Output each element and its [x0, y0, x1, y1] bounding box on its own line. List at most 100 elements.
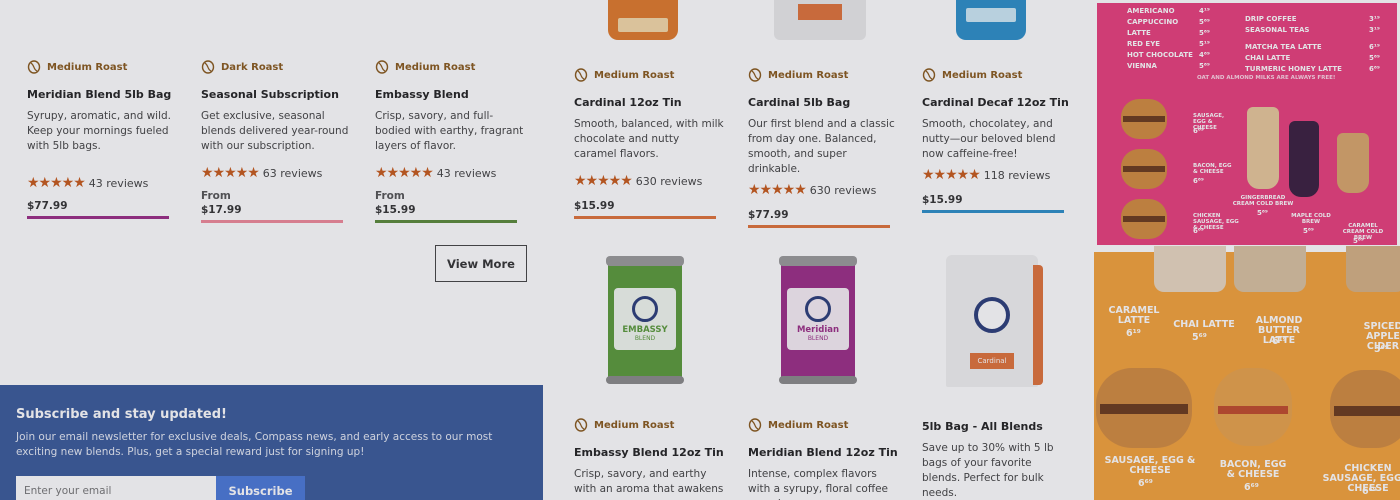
review-count[interactable]: 118 reviews [984, 169, 1051, 182]
sandwich-price: 6⁶⁹ [1193, 177, 1205, 185]
drink-price: 5⁶⁹ [1353, 237, 1365, 245]
drink-price: 5⁶⁹ [1374, 344, 1389, 355]
product-card[interactable]: Medium Roast Cardinal 5lb Bag Our first … [748, 68, 898, 228]
menu-item: MATCHA TEA LATTE [1245, 43, 1322, 51]
review-count[interactable]: 43 reviews [437, 167, 497, 180]
product-name[interactable]: Seasonal Subscription [201, 88, 351, 101]
menu-price: 6⁶⁹ [1369, 65, 1381, 73]
product-card[interactable]: Medium Roast Embassy Blend 12oz Tin Cris… [574, 418, 724, 500]
roast-text: Medium Roast [768, 419, 849, 431]
product-card[interactable]: Medium Roast Meridian Blend 5lb Bag Syru… [27, 60, 177, 219]
email-input[interactable] [16, 476, 216, 500]
sandwich-price: 6⁶⁹ [1193, 127, 1205, 135]
review-count[interactable]: 63 reviews [263, 167, 323, 180]
rating: ★★★★★ 43 reviews [375, 166, 525, 180]
product-name[interactable]: Embassy Blend 12oz Tin [574, 446, 724, 459]
sandwich-image [1330, 370, 1400, 448]
menu-images-panel: AMERICANO 4¹⁹ CAPPUCCINO 5⁶⁹ LATTE 5⁶⁹ R… [1094, 0, 1400, 500]
drink-name: CARAMEL LATTE [1108, 305, 1160, 326]
sandwich-name: BACON, EGG & CHEESE [1219, 459, 1287, 480]
product-name[interactable]: Cardinal 5lb Bag [748, 96, 898, 109]
review-count[interactable]: 630 reviews [810, 184, 877, 197]
rating: ★★★★★ 630 reviews [748, 183, 898, 197]
drink-price: 6¹⁹ [1126, 328, 1141, 339]
product-image-meridian-tin[interactable]: Meridian BLEND [779, 256, 857, 384]
tin-label-sub: BLEND [634, 335, 656, 342]
roast-text: Medium Roast [47, 61, 128, 73]
sandwich-image [1121, 199, 1167, 239]
product-description: Syrupy, aromatic, and wild. Keep your mo… [27, 110, 172, 152]
product-description: Get exclusive, seasonal blends delivered… [201, 110, 349, 152]
mug-image [1346, 246, 1400, 292]
sandwich-image [1096, 368, 1192, 448]
drink-image [1289, 121, 1319, 197]
product-card[interactable]: Medium Roast Embassy Blend Crisp, savory… [375, 60, 525, 223]
product-image-decaf-tin[interactable] [956, 0, 1026, 40]
tin-label-sub: BLEND [807, 335, 829, 342]
rating: ★★★★★ 43 reviews [27, 176, 177, 190]
color-bar [574, 216, 716, 219]
product-price: $15.99 [574, 200, 615, 212]
drink-name: GINGERBREAD CREAM COLD BREW [1232, 195, 1294, 207]
menu-price: 5⁶⁹ [1369, 54, 1381, 62]
product-card[interactable]: Medium Roast Cardinal 12oz Tin Smooth, b… [574, 68, 724, 219]
product-card[interactable]: Dark Roast Seasonal Subscription Get exc… [201, 60, 351, 223]
tin-label-name: Meridian [796, 325, 840, 335]
bag-tag: Cardinal [970, 353, 1014, 369]
sandwich-image [1121, 99, 1167, 139]
product-card[interactable]: Medium Roast Cardinal Decaf 12oz Tin Smo… [922, 68, 1072, 213]
coffee-bean-icon [574, 68, 588, 82]
product-name[interactable]: Embassy Blend [375, 88, 525, 101]
menu-item: DRIP COFFEE [1245, 15, 1297, 23]
product-image-cardinal-bag[interactable] [774, 0, 866, 40]
newsletter-section: Subscribe and stay updated! Join our ema… [0, 385, 543, 500]
color-bar [27, 216, 169, 219]
compass-logo-icon [805, 296, 831, 322]
rating: ★★★★★ 63 reviews [201, 166, 351, 180]
product-name[interactable]: Meridian Blend 12oz Tin [748, 446, 898, 459]
product-name[interactable]: 5lb Bag - All Blends [922, 420, 1072, 433]
roast-text: Medium Roast [395, 61, 476, 73]
coffee-bean-icon [27, 60, 41, 74]
product-name[interactable]: Meridian Blend 5lb Bag [27, 88, 177, 101]
product-description: Crisp, savory, and full-bodied with eart… [375, 110, 524, 152]
product-price: $17.99 [201, 204, 242, 216]
menu-board-image: CARAMEL LATTE 6¹⁹ CHAI LATTE 5⁶⁹ ALMOND … [1094, 246, 1400, 500]
product-card[interactable]: 5lb Bag - All Blends Save up to 30% with… [922, 418, 1072, 500]
product-name[interactable]: Cardinal Decaf 12oz Tin [922, 96, 1072, 109]
roast-text: Medium Roast [942, 69, 1023, 81]
product-image-embassy-tin[interactable]: EMBASSY BLEND [606, 256, 684, 384]
menu-item: SEASONAL TEAS [1245, 26, 1310, 34]
roast-text: Dark Roast [221, 61, 284, 73]
product-image-5lb-bag[interactable]: Cardinal [946, 255, 1043, 387]
star-rating-icon: ★★★★★ [748, 182, 807, 198]
product-card[interactable]: Medium Roast Meridian Blend 12oz Tin Int… [748, 418, 898, 500]
subscribe-button[interactable]: Subscribe [216, 476, 305, 500]
product-description: Crisp, savory, and earthy with an aroma … [574, 468, 724, 500]
sandwich-name: SAUSAGE, EGG & CHEESE [1104, 455, 1196, 476]
drink-price: 6¹⁹ [1272, 336, 1287, 347]
mug-image [1154, 246, 1226, 292]
product-image-cardinal-tin[interactable] [608, 0, 678, 40]
menu-item: VIENNA [1127, 62, 1157, 70]
price-from-label: From [375, 190, 405, 202]
sandwich-name: CHICKEN SAUSAGE, EGG & CHEESE [1322, 463, 1400, 494]
color-bar [922, 210, 1064, 213]
menu-item: CAPPUCCINO [1127, 18, 1179, 26]
roast-label: Medium Roast [922, 68, 1072, 82]
drink-name: MAPLE COLD BREW [1291, 213, 1331, 225]
roast-label: Medium Roast [375, 60, 525, 74]
review-count[interactable]: 630 reviews [636, 175, 703, 188]
sandwich-price: 6⁶⁹ [1193, 227, 1205, 235]
product-description: Smooth, balanced, with milk chocolate an… [574, 118, 724, 160]
mug-image [1234, 246, 1306, 292]
review-count[interactable]: 43 reviews [89, 177, 149, 190]
product-description: Save up to 30% with 5 lb bags of your fa… [922, 442, 1054, 499]
coffee-bean-icon [748, 418, 762, 432]
product-name[interactable]: Cardinal 12oz Tin [574, 96, 724, 109]
product-description: Intense, complex flavors with a syrupy, … [748, 468, 888, 500]
drink-name: CHAI LATTE [1173, 319, 1235, 330]
star-rating-icon: ★★★★★ [201, 165, 260, 181]
view-more-button[interactable]: View More [435, 245, 527, 282]
menu-price: 3¹⁹ [1369, 26, 1381, 34]
